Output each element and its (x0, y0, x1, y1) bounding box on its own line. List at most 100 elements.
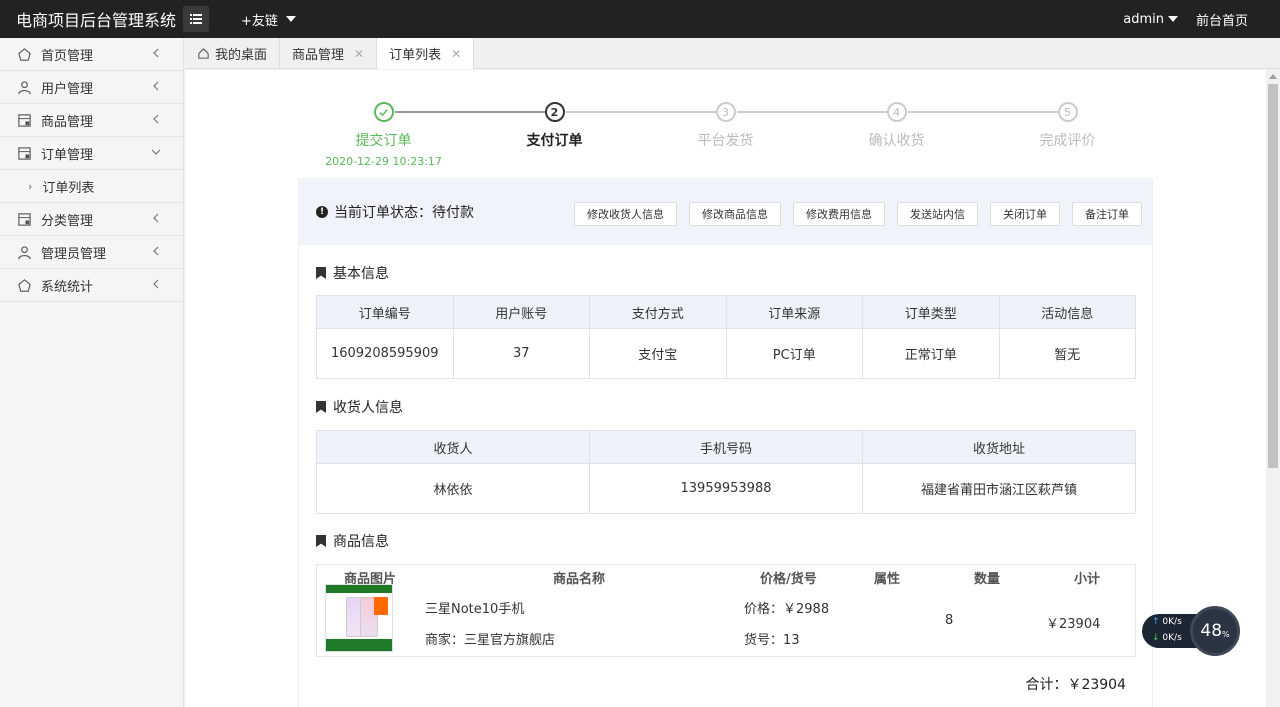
table-header: 手机号码 (589, 430, 863, 464)
caret-down-icon (1167, 16, 1178, 22)
tab-label: 商品管理 (292, 48, 345, 63)
scroll-up-icon[interactable] (1269, 74, 1277, 79)
tab-bar: 我的桌面 商品管理 ✕ 订单列表 ✕ (185, 38, 1280, 69)
order-icon (16, 145, 32, 161)
tab-goods[interactable]: 商品管理 ✕ (280, 38, 378, 69)
sidebar-item-label: 分类管理 (41, 213, 94, 229)
usage-gauge: 48% (1190, 606, 1240, 656)
sidebar: 首页管理 用户管理 商品管理 订单管理 › 订单列表 分类管理 管理员管理 系统… (0, 38, 184, 707)
stats-icon (16, 277, 32, 293)
chevron-right-icon: › (28, 179, 33, 193)
remark-order-button[interactable]: 备注订单 (1072, 202, 1142, 226)
section-title-text: 收货人信息 (333, 400, 403, 416)
order-number: 1609208595909 (316, 328, 454, 379)
sidebar-item-users[interactable]: 用户管理 (0, 71, 183, 104)
exclamation-icon: ! (316, 205, 328, 218)
chevron-down-icon (151, 149, 161, 155)
send-message-button[interactable]: 发送站内信 (897, 202, 978, 226)
edit-goods-button[interactable]: 修改商品信息 (689, 202, 781, 226)
product-image[interactable] (325, 584, 393, 652)
sidebar-item-stats[interactable]: 系统统计 (0, 269, 183, 302)
table-header: 商品名称 (553, 572, 606, 587)
chevron-left-icon (153, 114, 159, 124)
chevron-left-icon (153, 246, 159, 256)
table-header: 数量 (974, 572, 1001, 587)
list-icon (190, 14, 202, 24)
network-speed-widget[interactable]: ↑ 0K/s ↓ 0K/s 48% (1142, 606, 1242, 656)
basic-info-table: 订单编号 用户账号 支付方式 订单来源 订单类型 活动信息 1609208595… (316, 295, 1136, 379)
top-navbar: 电商项目后台管理系统 +友链 admin 前台首页 (0, 0, 1280, 38)
menu-toggle-button[interactable] (183, 6, 209, 32)
chevron-left-icon (153, 81, 159, 91)
sidebar-item-label: 管理员管理 (41, 246, 107, 262)
step-label: 完成评价 (1039, 133, 1096, 149)
step-pay-order: 2 支付订单 (469, 102, 640, 150)
user-icon (16, 79, 32, 95)
app-title: 电商项目后台管理系统 (16, 11, 177, 30)
step-time: 2020-12-29 10:23:17 (325, 155, 442, 168)
category-icon (16, 211, 32, 227)
table-header: 属性 (874, 572, 901, 587)
order-detail-panel: ! 当前订单状态：待付款 修改收货人信息 修改商品信息 修改费用信息 发送站内信… (298, 178, 1153, 707)
step-number: 2 (544, 102, 565, 122)
tab-desktop[interactable]: 我的桌面 (185, 38, 281, 69)
close-icon[interactable]: ✕ (451, 47, 461, 61)
table-header: 收货地址 (862, 430, 1136, 464)
order-total: 合计：￥23904 (1025, 677, 1126, 693)
receiver-address: 福建省莆田市涵江区萩芦镇 (862, 463, 1136, 514)
table-header: 订单编号 (316, 295, 454, 329)
table-header: 收货人 (316, 430, 590, 464)
sidebar-item-goods[interactable]: 商品管理 (0, 104, 183, 137)
step-connector (566, 111, 717, 113)
table-header: 订单类型 (862, 295, 1000, 329)
main-content: 提交订单 2020-12-29 10:23:17 2 支付订单 3 平台发货 4… (185, 70, 1266, 707)
table-header-row: 订单编号 用户账号 支付方式 订单来源 订单类型 活动信息 (316, 295, 1136, 329)
product-merchant: 商家：三星官方旗舰店 (425, 633, 556, 648)
friend-links-label: +友链 (241, 13, 278, 29)
table-row: 1609208595909 37 支付宝 PC订单 正常订单 暂无 (316, 328, 1136, 379)
product-subtotal: ￥23904 (1046, 617, 1101, 632)
order-type: 正常订单 (862, 328, 1000, 379)
close-icon[interactable]: ✕ (354, 47, 364, 61)
product-name: 三星Note10手机 (425, 602, 525, 617)
sidebar-item-label: 系统统计 (41, 279, 94, 295)
step-connector (908, 111, 1059, 113)
home-icon (198, 48, 209, 59)
user-dropdown[interactable]: admin (1123, 12, 1178, 27)
tab-label: 我的桌面 (215, 48, 268, 63)
sidebar-item-home[interactable]: 首页管理 (0, 38, 183, 71)
friend-links-dropdown[interactable]: +友链 (241, 10, 296, 29)
sidebar-item-label: 商品管理 (41, 114, 94, 130)
scrollbar[interactable] (1266, 70, 1280, 707)
goods-info-title: 商品信息 (316, 531, 389, 551)
step-ship: 3 平台发货 (640, 102, 811, 150)
sidebar-item-admins[interactable]: 管理员管理 (0, 236, 183, 269)
scrollbar-thumb[interactable] (1268, 84, 1278, 468)
home-icon (16, 46, 32, 62)
frontend-home-link[interactable]: 前台首页 (1196, 10, 1248, 29)
tab-order-list[interactable]: 订单列表 ✕ (377, 38, 475, 69)
tab-label: 订单列表 (389, 48, 442, 63)
step-number: 4 (886, 102, 907, 122)
sidebar-item-label: 首页管理 (41, 48, 94, 64)
section-title-text: 商品信息 (333, 534, 389, 550)
close-order-button[interactable]: 关闭订单 (990, 202, 1060, 226)
step-review: 5 完成评价 (982, 102, 1153, 150)
sidebar-item-orders[interactable]: 订单管理 (0, 137, 183, 170)
product-price: 价格：￥2988 (744, 602, 830, 617)
sidebar-subitem-label: 订单列表 (42, 180, 95, 196)
caret-down-icon (285, 16, 296, 22)
goods-info-table: 商品图片 商品名称 价格/货号 属性 数量 小计 三星Note10手机 商家：三… (316, 564, 1136, 657)
edit-fee-button[interactable]: 修改费用信息 (793, 202, 885, 226)
admin-icon (16, 244, 32, 260)
step-label: 平台发货 (697, 133, 754, 149)
order-source: PC订单 (725, 328, 863, 379)
receiver-info-table: 收货人 手机号码 收货地址 林依依 13959953988 福建省莆田市涵江区萩… (316, 430, 1136, 514)
table-header: 订单来源 (725, 295, 863, 329)
edit-receiver-button[interactable]: 修改收货人信息 (574, 202, 677, 226)
sidebar-subitem-order-list[interactable]: › 订单列表 (0, 170, 183, 203)
sidebar-item-category[interactable]: 分类管理 (0, 203, 183, 236)
table-row: 林依依 13959953988 福建省莆田市涵江区萩芦镇 (316, 463, 1136, 514)
bookmark-icon (316, 535, 326, 547)
chevron-left-icon (153, 48, 159, 58)
